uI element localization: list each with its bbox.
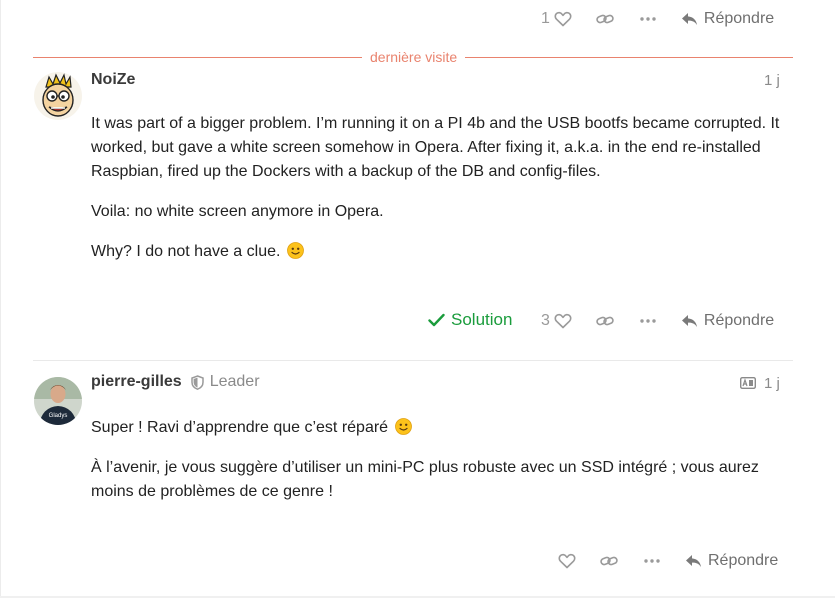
slight-smile-emoji [394, 418, 412, 435]
ellipsis-icon [640, 17, 656, 21]
slight-smile-emoji [287, 242, 304, 259]
post-actions: 3 Répondre [541, 309, 774, 333]
post-paragraph: It was part of a bigger problem. I’m run… [91, 115, 780, 180]
copy-link-button[interactable] [596, 314, 614, 328]
reply-icon [681, 13, 697, 25]
post-username[interactable]: pierre-gilles [91, 373, 182, 391]
post-header: pierre-gilles Leader [91, 373, 260, 391]
like-count[interactable]: 1 [541, 10, 550, 28]
post-paragraph: Super ! Ravi d’apprendre que c’est répar… [91, 419, 389, 436]
post-paragraph-with-emoji: Super ! Ravi d’apprendre que c’est répar… [91, 416, 791, 440]
heart-icon [554, 11, 572, 27]
translate-icon[interactable] [740, 377, 756, 389]
like-button[interactable] [554, 11, 572, 27]
heart-icon [558, 553, 576, 569]
check-icon [428, 313, 445, 327]
post-paragraph: Voila: no white screen anymore in Opera. [91, 203, 384, 220]
post-date[interactable]: 1 j [764, 375, 780, 392]
profile-photo-image: Gladys [34, 377, 82, 425]
reply-label: Répondre [708, 552, 779, 569]
reply-button[interactable]: Répondre [681, 10, 774, 28]
link-icon [600, 556, 618, 566]
post-paragraph: À l’avenir, je vous suggère d’utiliser u… [91, 459, 759, 500]
reply-icon [681, 315, 697, 327]
avatar-noize[interactable] [34, 72, 82, 120]
ellipsis-icon [644, 559, 660, 563]
avatar-pierre-gilles[interactable]: Gladys [34, 377, 82, 425]
post-paragraph: Why? I do not have a clue. [91, 243, 281, 260]
link-icon [596, 316, 614, 326]
link-icon [596, 14, 614, 24]
reply-icon [686, 555, 701, 567]
like-button[interactable] [554, 313, 572, 329]
post-body: Super ! Ravi d’apprendre que c’est répar… [91, 416, 791, 520]
shield-icon [190, 374, 204, 390]
reply-label: Répondre [703, 10, 775, 27]
top-post-actions: 1 Répondre [541, 7, 774, 31]
solution-button[interactable]: Solution [428, 310, 512, 330]
reply-label: Répondre [703, 312, 775, 329]
more-actions-button[interactable] [640, 17, 656, 21]
solution-label: Solution [451, 310, 513, 329]
post-body: It was part of a bigger problem. I’m run… [91, 112, 791, 280]
last-visit-label: dernière visite [362, 49, 466, 65]
ellipsis-icon [640, 319, 656, 323]
post-paragraph-with-emoji: Why? I do not have a clue. [91, 240, 791, 264]
avatar-shirt-text: Gladys [49, 413, 68, 419]
more-actions-button[interactable] [640, 319, 656, 323]
post-date[interactable]: 1 j [764, 72, 780, 89]
copy-link-button[interactable] [596, 12, 614, 26]
heart-icon [554, 313, 572, 329]
post-separator [33, 360, 793, 361]
reply-button[interactable]: Répondre [681, 312, 774, 330]
user-title: Leader [209, 373, 260, 390]
post-actions: Répondre [558, 549, 778, 573]
more-actions-button[interactable] [644, 559, 660, 563]
reply-button[interactable]: Répondre [685, 552, 778, 570]
left-border [0, 0, 1, 598]
like-button[interactable] [558, 553, 576, 569]
like-count[interactable]: 3 [541, 312, 550, 330]
copy-link-button[interactable] [600, 554, 618, 568]
post-username[interactable]: NoiZe [91, 71, 135, 89]
cartoon-avatar-image [34, 72, 82, 120]
